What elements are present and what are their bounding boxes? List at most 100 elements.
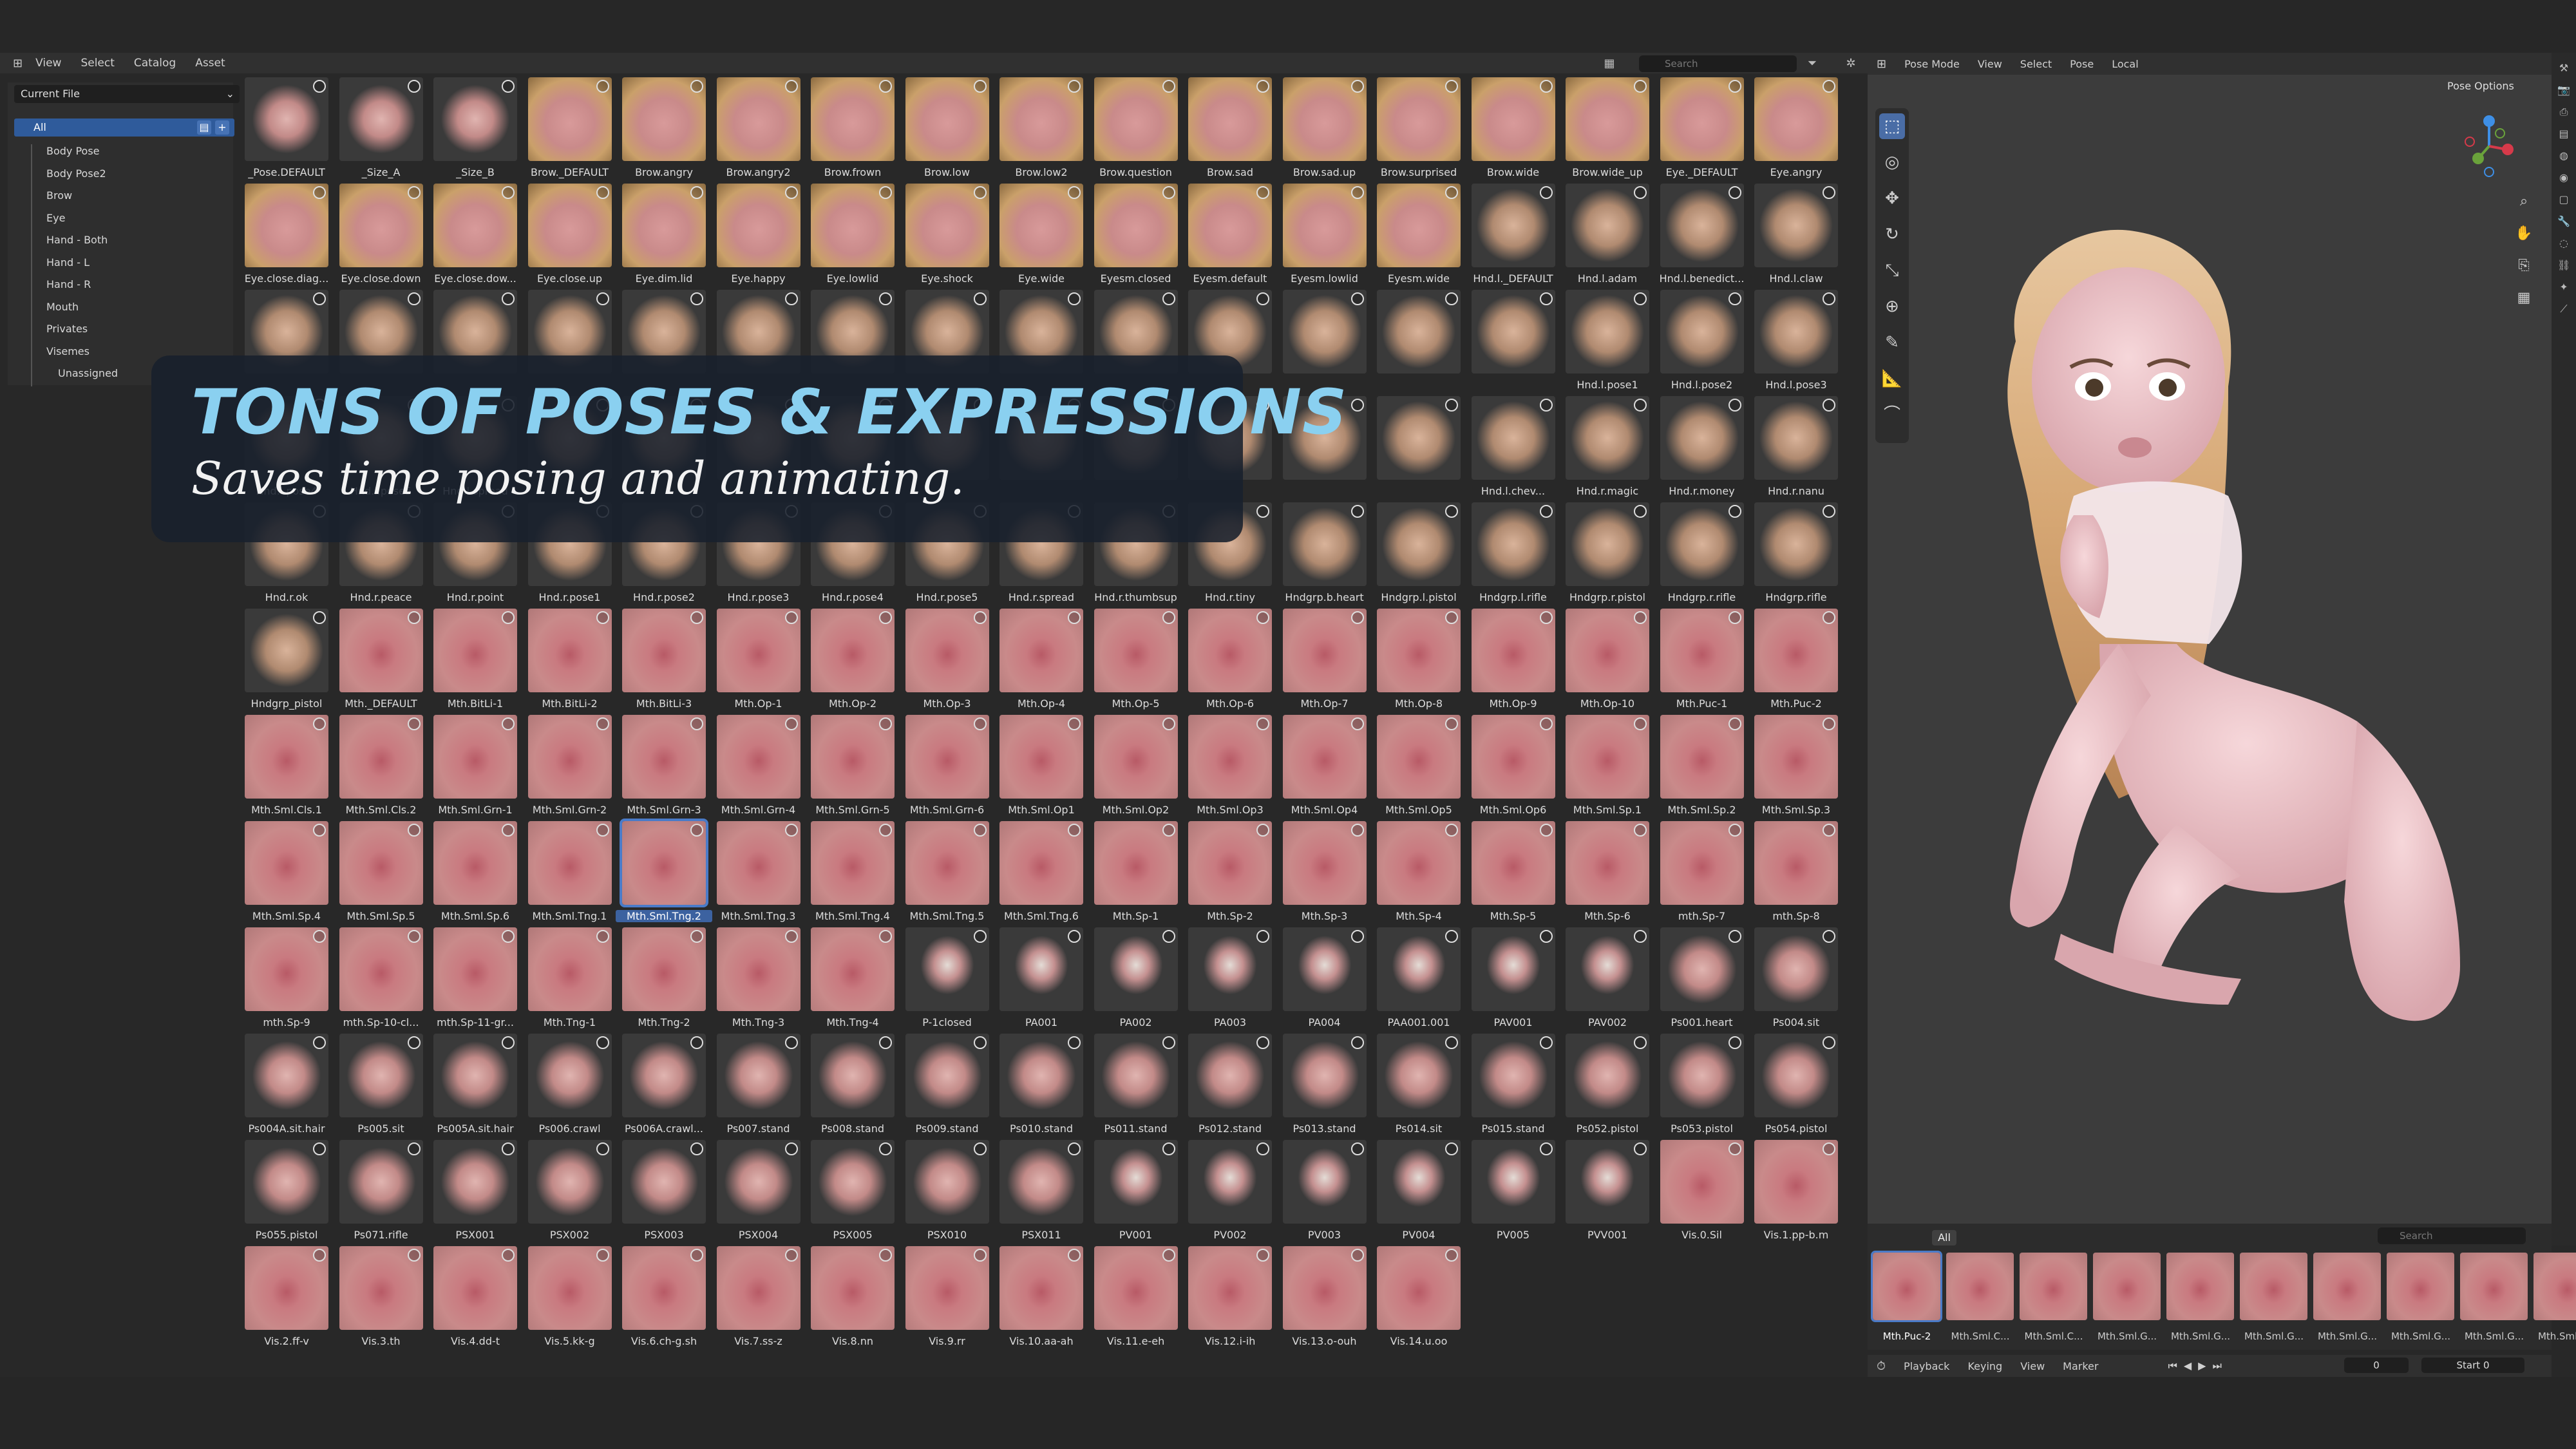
asset-tile[interactable]: Brow.wide <box>1471 77 1562 178</box>
catalog-item[interactable]: Body Pose2 <box>8 163 233 185</box>
asset-tile[interactable]: Vis.9.rr <box>905 1246 996 1347</box>
pose-thumbnail[interactable] <box>2093 1253 2161 1320</box>
asset-tile[interactable]: Vis.3.th <box>339 1246 430 1347</box>
asset-tile[interactable]: Vis.12.i-ih <box>1188 1246 1278 1347</box>
asset-tile[interactable]: PV001 <box>1094 1140 1184 1241</box>
pose-thumbnail[interactable] <box>2387 1253 2454 1320</box>
modifier-tab-icon[interactable]: 🔧 <box>2557 215 2570 228</box>
asset-tile[interactable]: Mth.Sp-6 <box>1566 821 1656 922</box>
asset-tile[interactable]: Ps005.sit <box>339 1034 430 1135</box>
asset-tile[interactable]: PV002 <box>1188 1140 1278 1241</box>
bone-tab-icon[interactable]: ⟋ <box>2557 303 2570 316</box>
asset-tile[interactable]: _Size_B <box>433 77 524 178</box>
asset-tile[interactable]: Brow.question <box>1094 77 1184 178</box>
view-layer-tab-icon[interactable]: ▤ <box>2557 128 2570 140</box>
asset-tile[interactable] <box>1377 290 1467 380</box>
asset-tile[interactable]: Mth._DEFAULT <box>339 609 430 710</box>
asset-tile[interactable]: PA004 <box>1282 927 1373 1028</box>
asset-tile[interactable]: Brow.low <box>905 77 996 178</box>
menu-view[interactable]: View <box>35 57 61 70</box>
asset-tile[interactable]: Hnd.r.money <box>1660 396 1750 497</box>
pose-thumbnail[interactable] <box>2240 1253 2307 1320</box>
asset-tile[interactable]: mth.Sp-7 <box>1660 821 1750 922</box>
asset-tile[interactable]: Ps005A.sit.hair <box>433 1034 524 1135</box>
menu-select[interactable]: Select <box>80 57 114 70</box>
asset-search-input[interactable]: Search <box>1639 55 1797 72</box>
asset-tile[interactable]: Ps052.pistol <box>1566 1034 1656 1135</box>
asset-tile[interactable]: Hnd.l._DEFAULT <box>1471 184 1562 285</box>
asset-tile[interactable]: Ps007.stand <box>716 1034 807 1135</box>
measure-icon[interactable]: 📐 <box>1879 366 1905 392</box>
menu-view[interactable]: View <box>2020 1360 2045 1372</box>
asset-tile[interactable]: Eye.dim.lid <box>622 184 712 285</box>
catalog-item[interactable]: Hand - R <box>8 274 233 296</box>
asset-tile[interactable]: Brow.sad <box>1188 77 1278 178</box>
asset-tile[interactable]: Ps012.stand <box>1188 1034 1278 1135</box>
asset-tile[interactable]: Vis.5.kk-g <box>527 1246 618 1347</box>
asset-tile[interactable]: Ps001.heart <box>1660 927 1750 1028</box>
asset-tile[interactable] <box>1282 290 1373 380</box>
data-tab-icon[interactable]: ✦ <box>2557 281 2570 294</box>
asset-tile[interactable]: Ps010.stand <box>999 1034 1090 1135</box>
asset-tile[interactable] <box>1471 290 1562 380</box>
asset-tile[interactable]: _Pose.DEFAULT <box>245 77 335 178</box>
asset-tile[interactable]: Mth.Op-10 <box>1566 609 1656 710</box>
menu-playback[interactable]: Playback <box>1904 1360 1949 1372</box>
clock-icon[interactable]: ⏱ <box>1877 1359 1886 1373</box>
asset-tile[interactable]: Mth.Sp-1 <box>1094 821 1184 922</box>
asset-tile[interactable]: Vis.13.o-ouh <box>1282 1246 1373 1347</box>
asset-tile[interactable]: PAV001 <box>1471 927 1562 1028</box>
asset-tile[interactable]: Eye.happy <box>716 184 807 285</box>
asset-tile[interactable]: Mth.Sml.Cls.2 <box>339 715 430 816</box>
asset-tile[interactable]: Mth.Puc-2 <box>1754 609 1844 710</box>
asset-tile[interactable]: Hnd.l.chev... <box>1471 396 1562 497</box>
asset-tile[interactable]: Eyesm.wide <box>1377 184 1467 285</box>
asset-tile[interactable]: Mth.Op-9 <box>1471 609 1562 710</box>
asset-tile[interactable]: Brow.sad.up <box>1282 77 1373 178</box>
asset-tile[interactable]: Eye.close.diag... <box>245 184 335 285</box>
mode-select[interactable]: Pose Mode <box>1904 58 1960 70</box>
asset-tile[interactable]: Hndgrp.r.rifle <box>1660 502 1750 603</box>
asset-tile[interactable]: Mth.Sml.Sp.3 <box>1754 715 1844 816</box>
menu-marker[interactable]: Marker <box>2063 1360 2098 1372</box>
asset-tile[interactable]: Mth.Sml.Sp.4 <box>245 821 335 922</box>
asset-tile[interactable]: Ps055.pistol <box>245 1140 335 1241</box>
asset-tile[interactable]: Hnd.l.claw <box>1754 184 1844 285</box>
asset-tile[interactable] <box>1377 396 1467 486</box>
asset-tile[interactable]: Vis.1.pp-b.m <box>1754 1140 1844 1241</box>
asset-tile[interactable]: Eye.close.dow... <box>433 184 524 285</box>
menu-catalog[interactable]: Catalog <box>134 57 176 70</box>
asset-tile[interactable]: Mth.Op-4 <box>999 609 1090 710</box>
pose-thumbnail[interactable] <box>2313 1253 2381 1320</box>
asset-tile[interactable]: Eye.angry <box>1754 77 1844 178</box>
asset-tile[interactable]: Eyesm.closed <box>1094 184 1184 285</box>
asset-tile[interactable]: Mth.Sml.Grn-1 <box>433 715 524 816</box>
asset-tile[interactable]: Vis.10.aa-ah <box>999 1246 1090 1347</box>
asset-tile[interactable]: PA003 <box>1188 927 1278 1028</box>
annotate-icon[interactable]: ✎ <box>1879 330 1905 355</box>
physics-tab-icon[interactable]: ◌ <box>2557 237 2570 250</box>
asset-tile[interactable]: Mth.Op-3 <box>905 609 996 710</box>
constraint-tab-icon[interactable]: ⛓ <box>2557 259 2570 272</box>
filter-icon[interactable]: ⏷ <box>1803 57 1821 71</box>
pose-thumbnail[interactable] <box>2020 1253 2087 1320</box>
asset-tile[interactable]: Hndgrp.rifle <box>1754 502 1844 603</box>
asset-tile[interactable]: Mth.Sp-2 <box>1188 821 1278 922</box>
asset-tile[interactable]: Eye.close.down <box>339 184 430 285</box>
asset-tile[interactable]: PA001 <box>999 927 1090 1028</box>
start-frame-field[interactable]: Start 0 <box>2421 1358 2524 1373</box>
asset-tile[interactable]: Eyesm.default <box>1188 184 1278 285</box>
world-tab-icon[interactable]: ◉ <box>2557 171 2570 184</box>
asset-tile[interactable]: Mth.Op-5 <box>1094 609 1184 710</box>
asset-tile[interactable]: Ps011.stand <box>1094 1034 1184 1135</box>
asset-tile[interactable]: PSX005 <box>811 1140 901 1241</box>
asset-tile[interactable]: Hndgrp.r.pistol <box>1566 502 1656 603</box>
asset-tile[interactable]: Mth.BitLi-2 <box>527 609 618 710</box>
transform-orientation[interactable]: Local <box>2112 58 2138 70</box>
asset-tile[interactable]: Vis.4.dd-t <box>433 1246 524 1347</box>
asset-tile[interactable]: PAA001.001 <box>1377 927 1467 1028</box>
asset-tile[interactable]: PSX004 <box>716 1140 807 1241</box>
asset-tile[interactable]: Brow.low2 <box>999 77 1090 178</box>
asset-tile[interactable]: Ps054.pistol <box>1754 1034 1844 1135</box>
strip-tab-all[interactable]: All <box>1932 1230 1956 1245</box>
